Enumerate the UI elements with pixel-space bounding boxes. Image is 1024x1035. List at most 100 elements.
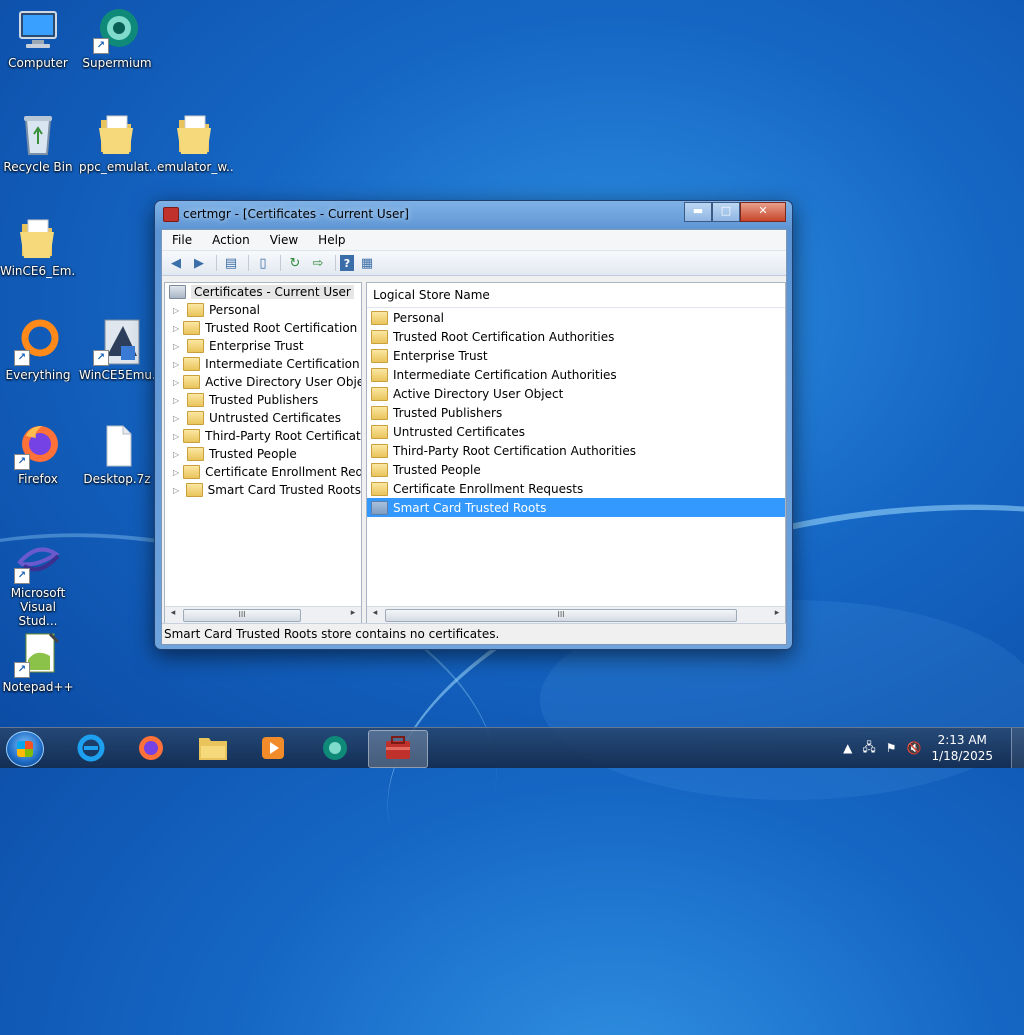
list-item-label: Trusted Publishers	[393, 405, 503, 420]
minimize-button[interactable]: ▬	[684, 202, 712, 222]
list-item[interactable]: Active Directory User Object	[367, 384, 785, 403]
taskbar-file-explorer[interactable]	[184, 730, 242, 766]
back-arrow-icon[interactable]: ◀	[166, 254, 186, 272]
menu-bar: File Action View Help	[162, 230, 786, 251]
help-icon[interactable]: ?	[340, 255, 354, 271]
show-desktop-button[interactable]	[1011, 728, 1024, 768]
tree-item[interactable]: ▷ Active Directory User Object	[165, 373, 361, 391]
tree-item[interactable]: ▷ Trusted People	[165, 445, 361, 463]
expand-arrow-icon[interactable]: ▷	[173, 360, 179, 369]
expand-arrow-icon[interactable]: ▷	[173, 486, 182, 495]
action-center-flag-icon[interactable]: ⚑	[886, 741, 897, 755]
expand-arrow-icon[interactable]: ▷	[173, 468, 179, 477]
scroll-left-icon[interactable]: ◂	[369, 608, 381, 618]
window-client-area: File Action View Help ◀ ▶ ▤ ▯ ↻ ⇨ ? ▦ Ce…	[161, 229, 787, 645]
scrollbar-thumb[interactable]: III	[385, 609, 737, 622]
taskbar-firefox[interactable]	[122, 730, 180, 766]
expand-arrow-icon[interactable]: ▷	[173, 342, 183, 351]
export-icon[interactable]: ⇨	[308, 254, 328, 272]
list-item[interactable]: Personal	[367, 308, 785, 327]
list-item[interactable]: Enterprise Trust	[367, 346, 785, 365]
taskbar-media-player[interactable]	[244, 730, 302, 766]
wince5-emulator-icon: ↗	[93, 318, 141, 366]
folder-icon	[187, 447, 204, 461]
menu-view[interactable]: View	[260, 233, 308, 247]
tree-item[interactable]: ▷ Enterprise Trust	[165, 337, 361, 355]
start-button[interactable]	[6, 731, 44, 767]
desktop-icon-notepad-plus-plus[interactable]: ↗ Notepad++	[0, 630, 76, 694]
desktop-icon-emulator[interactable]: emulator_w...	[157, 110, 233, 174]
recycle-bin-icon	[14, 110, 62, 158]
scroll-left-icon[interactable]: ◂	[167, 608, 179, 618]
tree-item-label: Trusted Publishers	[209, 393, 319, 407]
desktop-icon-recycle-bin[interactable]: Recycle Bin	[0, 110, 76, 174]
expand-arrow-icon[interactable]: ▷	[173, 306, 183, 315]
menu-action[interactable]: Action	[202, 233, 260, 247]
taskbar-certmgr[interactable]	[368, 730, 428, 768]
taskbar-internet-explorer[interactable]	[62, 730, 120, 766]
folder-icon	[371, 500, 388, 515]
refresh-icon[interactable]: ↻	[285, 254, 305, 272]
supermium-icon: ↗	[93, 6, 141, 54]
list-item[interactable]: Certificate Enrollment Requests	[367, 479, 785, 498]
tree-item-label: Intermediate Certification Au	[205, 357, 362, 371]
list-item[interactable]: Trusted People	[367, 460, 785, 479]
tree-item[interactable]: ▷ Smart Card Trusted Roots	[165, 481, 361, 499]
folder-icon	[185, 483, 203, 497]
menu-file[interactable]: File	[162, 233, 202, 247]
expand-arrow-icon[interactable]: ▷	[173, 324, 179, 333]
properties-icon[interactable]: ▦	[357, 254, 377, 272]
menu-help[interactable]: Help	[308, 233, 355, 247]
tree-item[interactable]: ▷ Intermediate Certification Au	[165, 355, 361, 373]
file-explorer-icon	[199, 738, 227, 760]
list-item[interactable]: Intermediate Certification Authorities	[367, 365, 785, 384]
desktop-icon-computer[interactable]: Computer	[0, 6, 76, 70]
tree-item[interactable]: ▷ Third-Party Root Certification	[165, 427, 361, 445]
list-horizontal-scrollbar[interactable]: ◂ III ▸	[367, 606, 785, 623]
column-header-logical-store-name[interactable]: Logical Store Name	[367, 283, 785, 308]
show-hidden-icons-icon[interactable]: ▲	[843, 741, 852, 755]
scroll-right-icon[interactable]: ▸	[771, 608, 783, 618]
desktop-icon-label: Everything	[5, 368, 71, 382]
tree-horizontal-scrollbar[interactable]: ◂ III ▸	[165, 606, 361, 623]
clock[interactable]: 2:13 AM 1/18/2025	[931, 732, 993, 764]
folder-icon	[371, 348, 388, 363]
network-icon[interactable]: 🖧	[862, 738, 875, 759]
desktop-icon-ppc-emulator[interactable]: ppc_emulat...	[79, 110, 155, 174]
desktop-icon-firefox[interactable]: ↗ Firefox	[0, 422, 76, 486]
tree-item[interactable]: ▷ Untrusted Certificates	[165, 409, 361, 427]
title-bar[interactable]: certmgr - [Certificates - Current User] …	[155, 201, 792, 228]
desktop-icon-wince5[interactable]: ↗ WinCE5Emu...	[79, 318, 155, 382]
everything-icon: ↗	[14, 318, 62, 366]
tree-item[interactable]: ▷ Personal	[165, 301, 361, 319]
desktop-icon-visual-studio[interactable]: ↗ Microsoft Visual Stud...	[0, 536, 76, 628]
expand-arrow-icon[interactable]: ▷	[173, 414, 183, 423]
desktop-icon-wince6[interactable]: WinCE6_Em...	[0, 214, 76, 278]
list-item[interactable]: Untrusted Certificates	[367, 422, 785, 441]
scroll-right-icon[interactable]: ▸	[347, 608, 359, 618]
expand-arrow-icon[interactable]: ▷	[173, 378, 179, 387]
desktop-icon-everything[interactable]: ↗ Everything	[0, 318, 76, 382]
desktop-icon-supermium[interactable]: ↗ Supermium	[79, 6, 155, 70]
forward-arrow-icon[interactable]: ▶	[189, 254, 209, 272]
volume-muted-icon[interactable]: 🔇	[907, 741, 922, 755]
expand-arrow-icon[interactable]: ▷	[173, 450, 183, 459]
clipboard-icon[interactable]: ▯	[253, 254, 273, 272]
tree-item[interactable]: ▷ Trusted Publishers	[165, 391, 361, 409]
close-button[interactable]: ✕	[740, 202, 786, 222]
desktop-icon-desktop-7z[interactable]: Desktop.7z	[79, 422, 155, 486]
tree-item[interactable]: ▷ Certificate Enrollment Reques	[165, 463, 361, 481]
status-text: Smart Card Trusted Roots store contains …	[164, 627, 500, 641]
maximize-button[interactable]: □	[712, 202, 740, 222]
list-item[interactable]: Third-Party Root Certification Authoriti…	[367, 441, 785, 460]
list-item-selected[interactable]: Smart Card Trusted Roots	[367, 498, 785, 517]
expand-arrow-icon[interactable]: ▷	[173, 432, 179, 441]
taskbar-supermium[interactable]	[306, 730, 364, 766]
show-hide-tree-icon[interactable]: ▤	[221, 254, 241, 272]
expand-arrow-icon[interactable]: ▷	[173, 396, 183, 405]
list-item[interactable]: Trusted Root Certification Authorities	[367, 327, 785, 346]
tree-item[interactable]: ▷ Trusted Root Certification Au	[165, 319, 361, 337]
tree-root[interactable]: Certificates - Current User	[165, 283, 361, 301]
scrollbar-thumb[interactable]: III	[183, 609, 301, 622]
list-item[interactable]: Trusted Publishers	[367, 403, 785, 422]
